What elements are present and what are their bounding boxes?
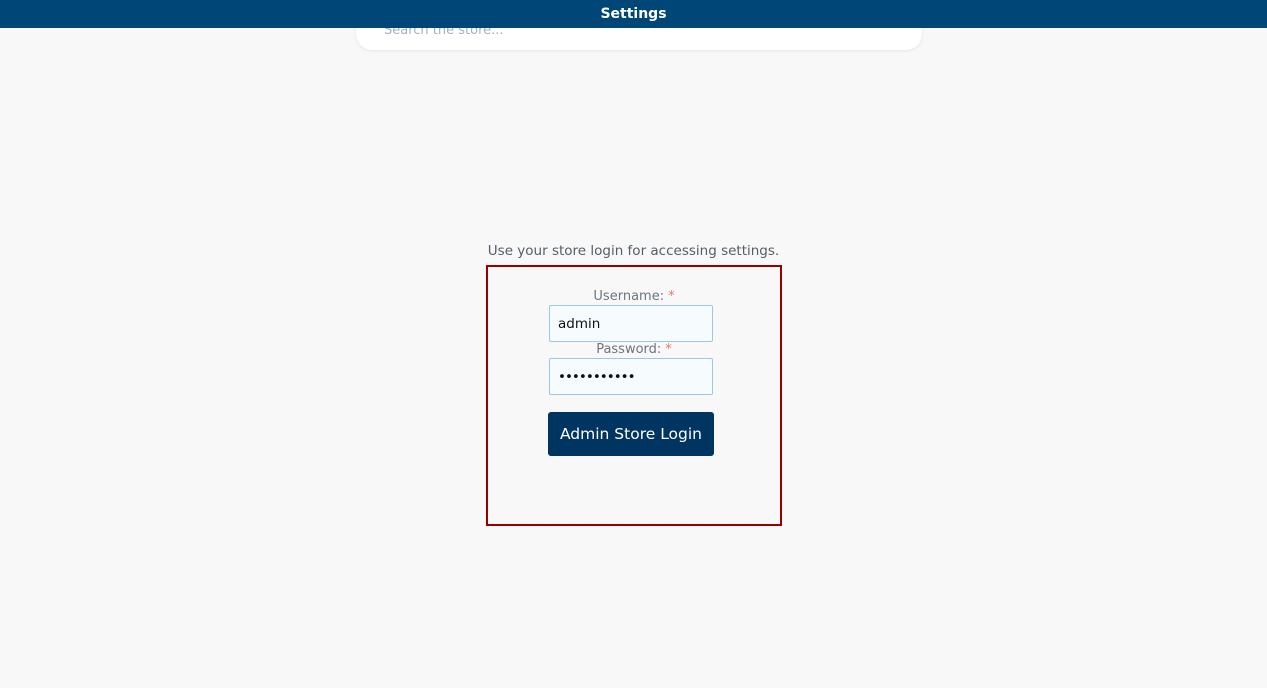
page-title: Settings (600, 6, 667, 22)
login-form: Username:* Password:* Admin Store Login (486, 265, 782, 526)
required-mark: * (668, 289, 675, 304)
username-label-text: Username: (593, 289, 665, 304)
login-hint: Use your store login for accessing setti… (487, 243, 780, 259)
password-label: Password: * (488, 342, 780, 357)
username-label: Username: * (488, 289, 780, 304)
username-input[interactable] (549, 305, 713, 342)
admin-store-login-button[interactable]: Admin Store Login (548, 412, 714, 456)
required-mark: * (665, 342, 672, 357)
password-input[interactable] (549, 358, 713, 395)
password-label-text: Password: (596, 342, 662, 357)
top-bar: Settings (0, 0, 1267, 28)
